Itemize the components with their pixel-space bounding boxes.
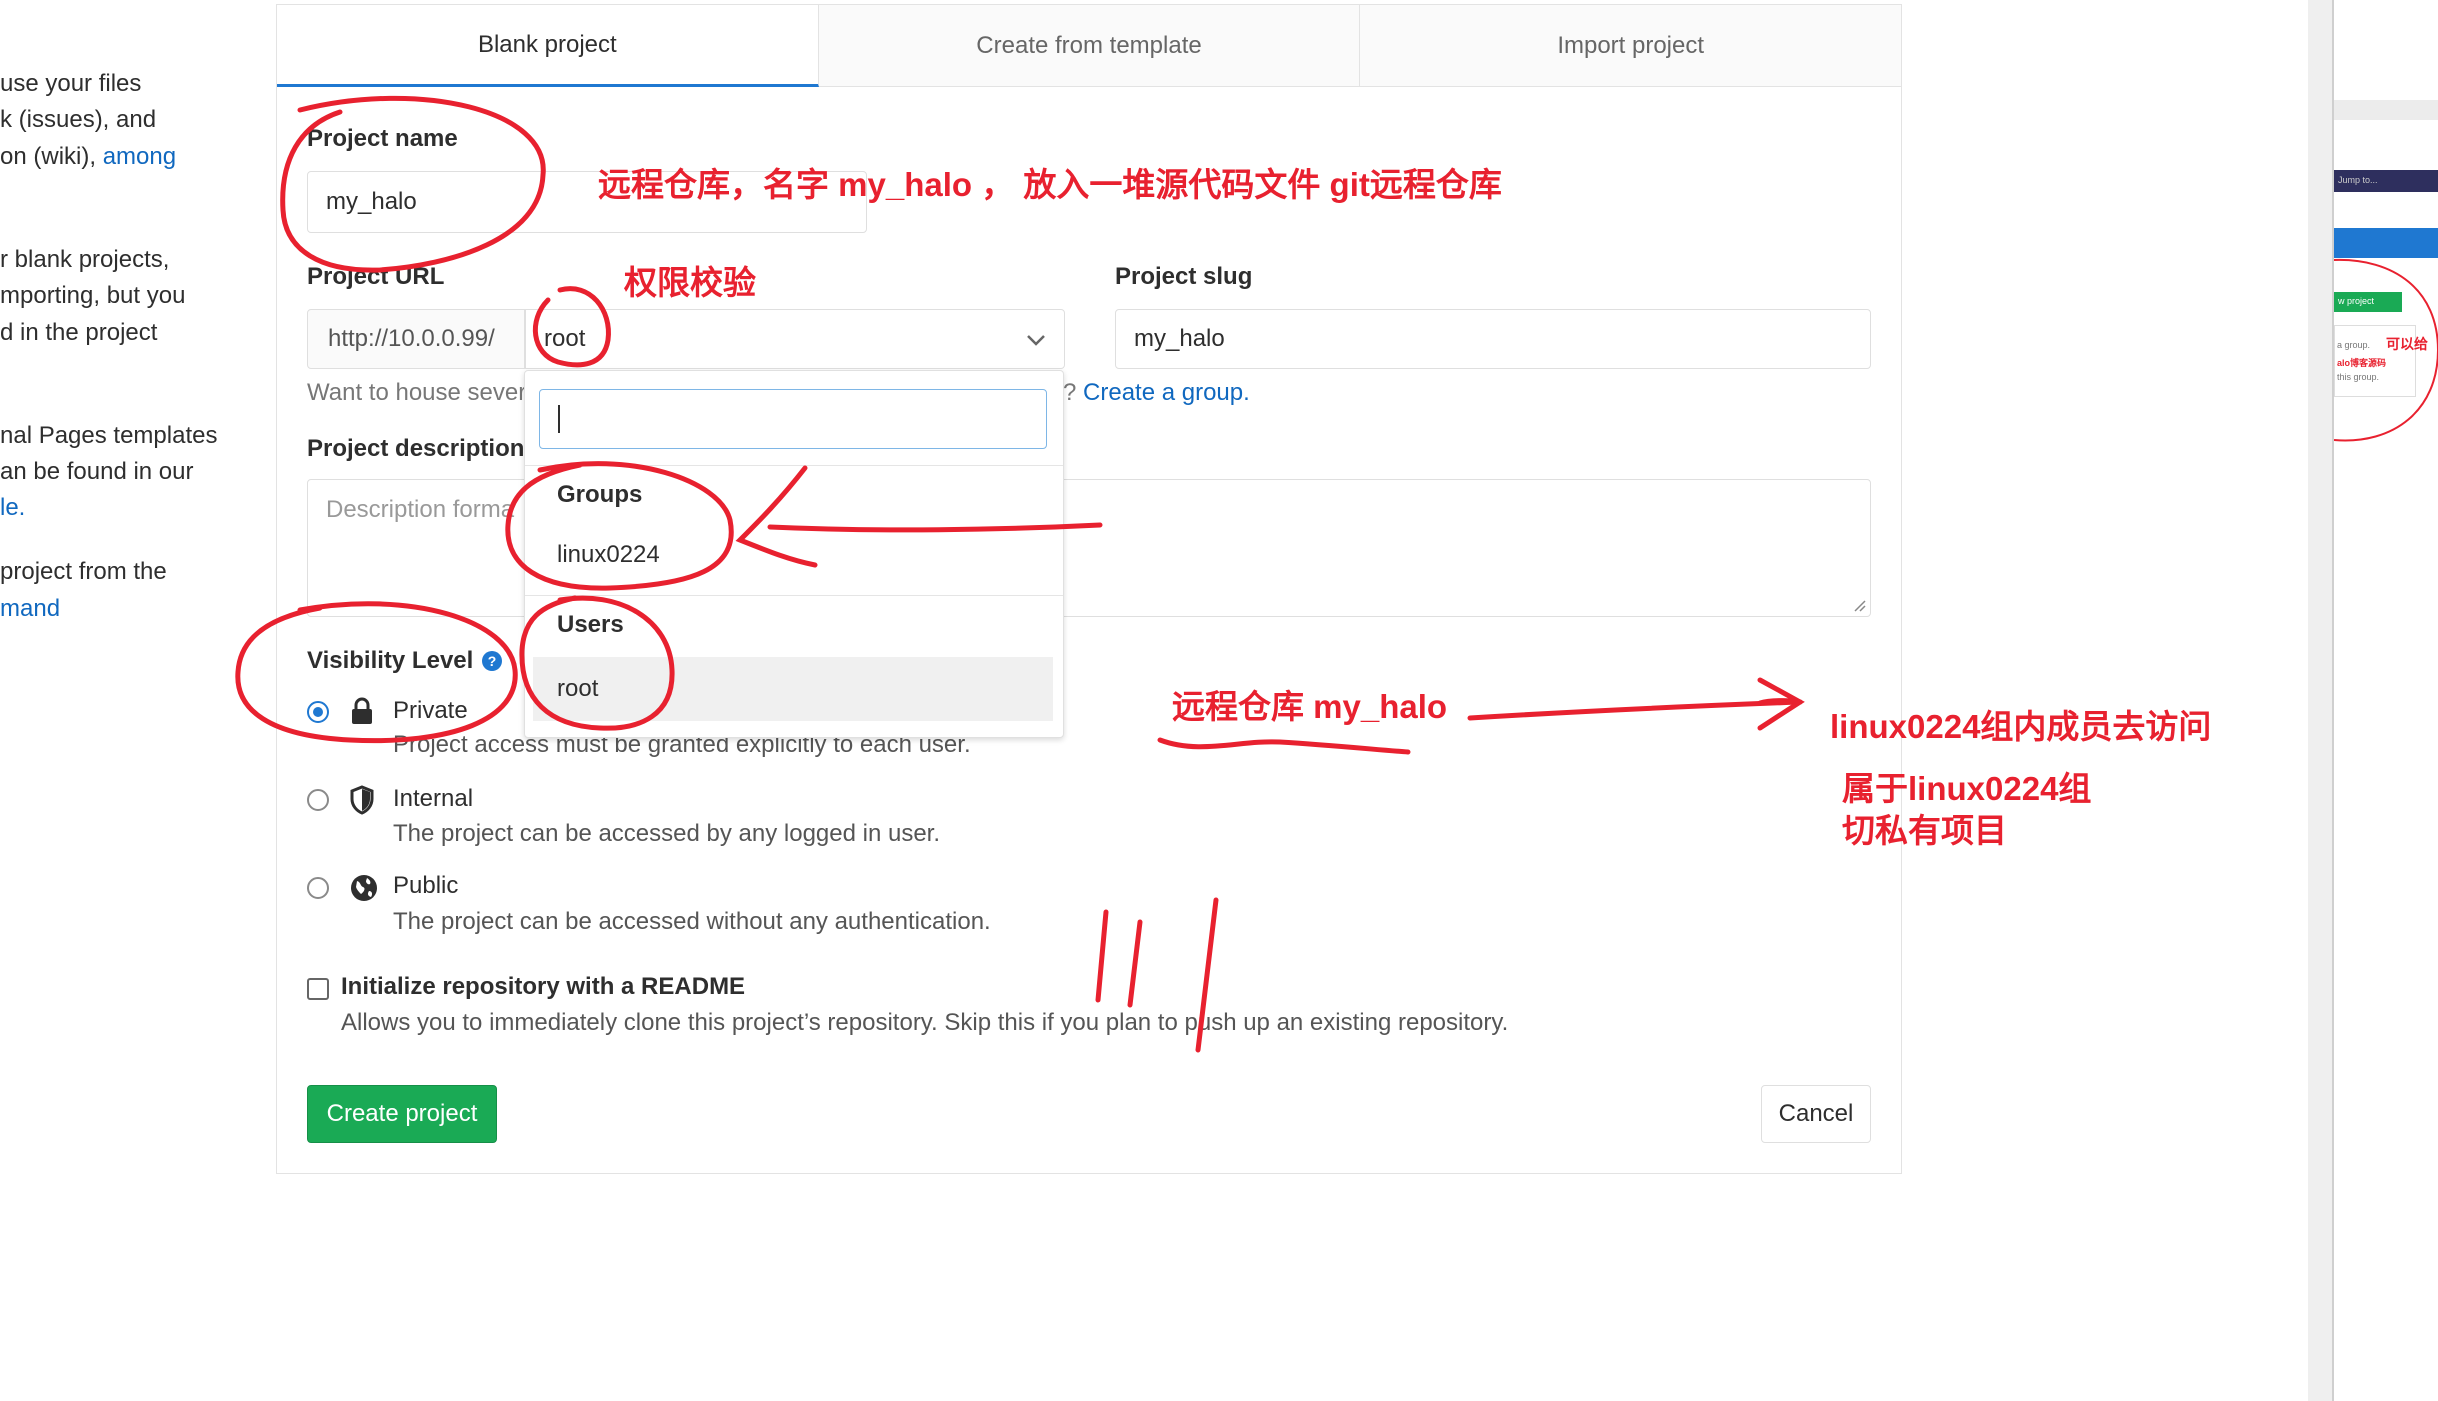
thumbnail-bar (2334, 100, 2438, 120)
thumbnail-red-circle (2334, 258, 2438, 442)
thumbnail-search: Jump to... (2338, 175, 2378, 185)
scrollbar-track[interactable] (2308, 0, 2332, 1401)
thumbnail-navbar: Jump to... (2334, 170, 2438, 192)
annotation-strokes (235, 95, 1805, 1053)
thumbnail-window: Jump to... w project a group. alo博客源码 th… (2332, 0, 2438, 1401)
